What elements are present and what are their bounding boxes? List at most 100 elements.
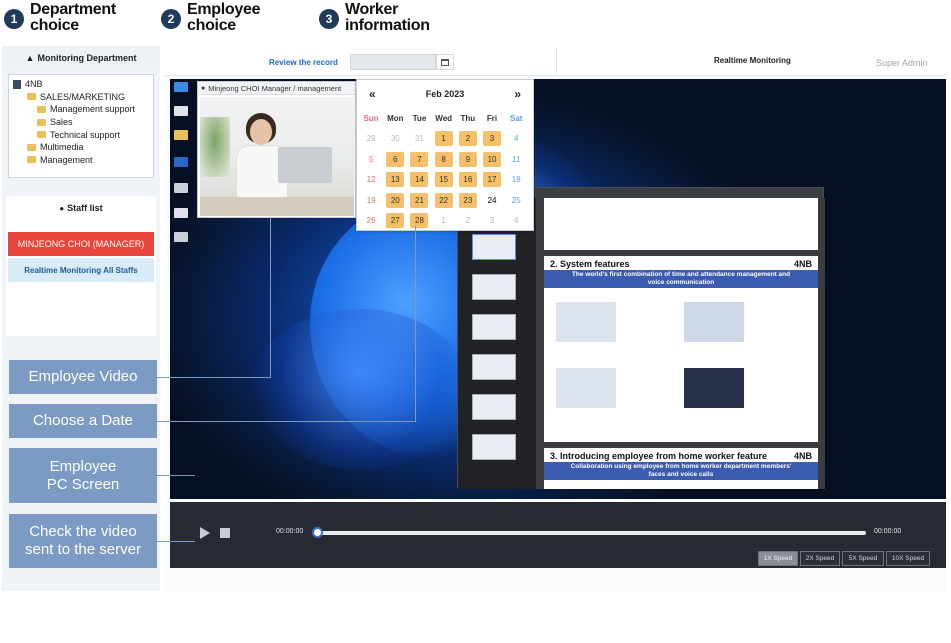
- calendar-day[interactable]: 25: [504, 190, 528, 211]
- calendar-day[interactable]: 31: [407, 129, 431, 150]
- step-worker: 3 Worker information: [319, 2, 430, 34]
- calendar-day-number: 16: [458, 172, 477, 188]
- calendar-day[interactable]: 19: [359, 190, 383, 211]
- calendar-day-recorded[interactable]: 22: [432, 190, 456, 211]
- calendar-day-recorded[interactable]: 2: [456, 129, 480, 150]
- user-icon: ●: [59, 203, 65, 213]
- calendar-day[interactable]: 5: [359, 149, 383, 170]
- plant-image: [200, 117, 230, 177]
- monitoring-department-header: ▲ Monitoring Department: [2, 46, 160, 70]
- tree-node-management-support[interactable]: Management support: [13, 103, 149, 116]
- calendar-day[interactable]: 2: [456, 211, 480, 232]
- tree-node-sales[interactable]: Sales: [13, 116, 149, 129]
- calendar-day-recorded[interactable]: 21: [407, 190, 431, 211]
- progress-track[interactable]: [316, 531, 866, 535]
- left-panel: ▲ Monitoring Department 4NB SALES/MARKET…: [2, 46, 160, 591]
- tree-node-management[interactable]: Management: [13, 154, 149, 167]
- step-header: 1 Department choice 2 Employee choice 3 …: [0, 0, 951, 44]
- calendar-day[interactable]: 4: [504, 211, 528, 232]
- calendar-day-recorded[interactable]: 3: [480, 129, 504, 150]
- calendar-day-recorded[interactable]: 16: [456, 170, 480, 191]
- folder-icon: [27, 143, 36, 151]
- calendar-day-recorded[interactable]: 20: [383, 190, 407, 211]
- progress-handle[interactable]: [312, 527, 323, 538]
- calendar-day-recorded[interactable]: 14: [407, 170, 431, 191]
- staff-list-header: ● Staff list: [6, 198, 156, 218]
- callout-line: [157, 475, 195, 476]
- calendar-day-recorded[interactable]: 27: [383, 211, 407, 232]
- calendar-day[interactable]: 4: [504, 129, 528, 150]
- calendar-day[interactable]: 24: [480, 190, 504, 211]
- calendar-day[interactable]: 26: [359, 211, 383, 232]
- slide-thumbnail[interactable]: [472, 314, 516, 340]
- calendar-day-number: 13: [386, 172, 405, 188]
- prev-month-button[interactable]: «: [369, 87, 376, 101]
- slide-area: 2. System features 4NB The world's first…: [536, 198, 825, 489]
- speed-2x-button[interactable]: 2X Speed: [800, 551, 840, 566]
- slide-figure: [684, 368, 744, 408]
- staff-item-selected[interactable]: MINJEONG CHOI (MANAGER): [8, 232, 154, 256]
- calendar-day-number: 30: [390, 134, 400, 144]
- calendar-day-recorded[interactable]: 9: [456, 149, 480, 170]
- calendar-day-number: 1: [441, 216, 446, 226]
- calendar-day-number: 21: [410, 192, 429, 208]
- org-chart-icon: ▲: [25, 53, 35, 63]
- calendar-icon[interactable]: [436, 54, 454, 70]
- record-date-input[interactable]: [350, 54, 436, 70]
- calendar-day[interactable]: 3: [480, 211, 504, 232]
- employee-video-frame: [200, 97, 354, 216]
- speed-1x-button[interactable]: 1X Speed: [758, 551, 798, 566]
- speed-5x-button[interactable]: 5X Speed: [842, 551, 884, 566]
- desktop-app-icon: [174, 157, 188, 167]
- tree-node-sales-marketing[interactable]: SALES/MARKETING: [13, 91, 149, 104]
- slide-thumbnail[interactable]: [472, 354, 516, 380]
- slide-thumbnail[interactable]: [472, 394, 516, 420]
- monitoring-department-title: Monitoring Department: [37, 53, 137, 63]
- calendar-day-recorded[interactable]: 28: [407, 211, 431, 232]
- calendar-day-recorded[interactable]: 15: [432, 170, 456, 191]
- weekday-header: Sat: [509, 113, 523, 123]
- calendar-day-recorded[interactable]: 17: [480, 170, 504, 191]
- tree-node-4nb[interactable]: 4NB: [13, 78, 149, 91]
- play-icon[interactable]: [200, 527, 210, 539]
- slide-figure: [556, 368, 616, 408]
- review-record-label: Review the record: [269, 58, 338, 67]
- calendar-day-recorded[interactable]: 1: [432, 129, 456, 150]
- calendar-day[interactable]: 29: [359, 129, 383, 150]
- calendar-day[interactable]: 30: [383, 129, 407, 150]
- user-name[interactable]: Super Admin: [876, 58, 928, 68]
- stop-icon[interactable]: [220, 528, 230, 538]
- calendar-day[interactable]: 18: [504, 170, 528, 191]
- callout-line: [157, 541, 195, 542]
- slide-thumbnail[interactable]: [472, 434, 516, 460]
- slide-thumbnail[interactable]: [472, 234, 516, 260]
- calendar-day-number: 28: [410, 213, 429, 229]
- speed-10x-button[interactable]: 10X Speed: [886, 551, 930, 566]
- calendar-day-recorded[interactable]: 23: [456, 190, 480, 211]
- callout-text: Employee: [49, 457, 117, 475]
- tree-node-technical-support[interactable]: Technical support: [13, 128, 149, 141]
- tree-node-multimedia[interactable]: Multimedia: [13, 141, 149, 154]
- calendar-day-number: 29: [366, 134, 376, 144]
- weekday-header: Thu: [460, 113, 476, 123]
- calendar-day[interactable]: 11: [504, 149, 528, 170]
- slide-previous: [544, 198, 818, 250]
- employee-video-window[interactable]: ● Minjeong CHOI Manager / management: [197, 81, 356, 218]
- realtime-all-staffs-button[interactable]: Realtime Monitoring All Staffs: [8, 258, 154, 282]
- calendar-day-recorded[interactable]: 7: [407, 149, 431, 170]
- calendar-day-number: 23: [458, 192, 477, 208]
- slide-thumbnail[interactable]: [472, 274, 516, 300]
- calendar-day-number: 2: [458, 131, 477, 147]
- calendar-day-number: 15: [434, 172, 453, 188]
- calendar-day-recorded[interactable]: 10: [480, 149, 504, 170]
- calendar-day[interactable]: 12: [359, 170, 383, 191]
- calendar-day[interactable]: 1: [432, 211, 456, 232]
- slide-title: 3. Introducing employee from home worker…: [550, 451, 768, 461]
- employee-pc-screen: ● Minjeong CHOI Manager / management 2. …: [170, 79, 946, 499]
- next-month-button[interactable]: »: [514, 87, 521, 101]
- calendar-day-number: 18: [511, 175, 521, 185]
- calendar-day-recorded[interactable]: 8: [432, 149, 456, 170]
- calendar-day-recorded[interactable]: 13: [383, 170, 407, 191]
- step-title: Worker information: [345, 2, 430, 34]
- calendar-day-recorded[interactable]: 6: [383, 149, 407, 170]
